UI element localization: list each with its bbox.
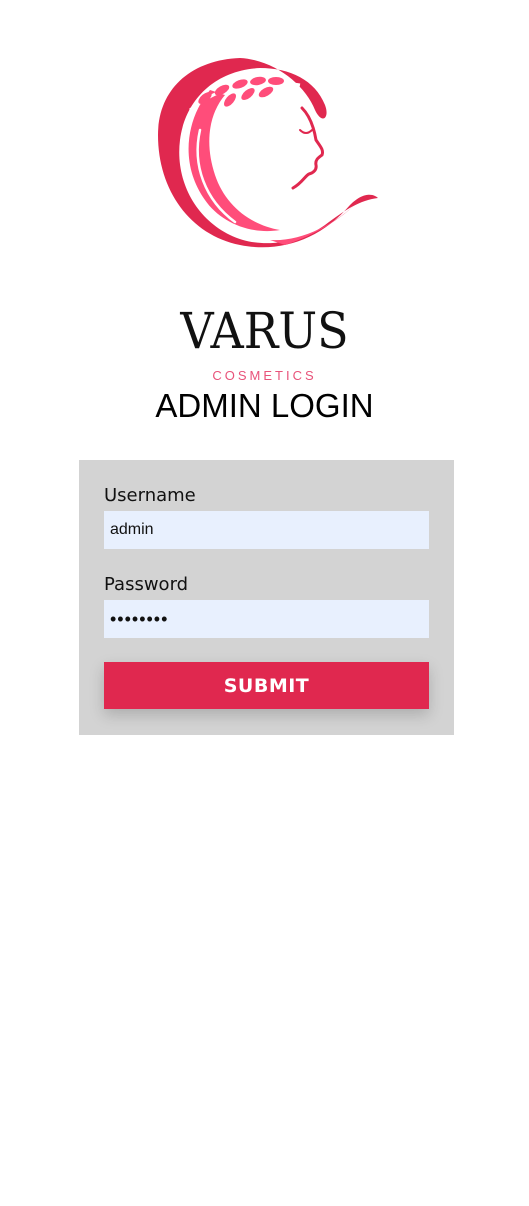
brand-logo: VARUS COSMETICS <box>0 50 529 383</box>
password-input[interactable] <box>104 600 429 638</box>
brand-subtitle: COSMETICS <box>212 368 317 383</box>
page-title: ADMIN LOGIN <box>155 387 374 424</box>
password-label: Password <box>104 574 189 595</box>
username-input[interactable] <box>104 511 429 549</box>
submit-button[interactable]: SUBMIT <box>104 662 429 709</box>
woman-face-logo-icon <box>158 58 378 248</box>
username-label: Username <box>104 485 196 506</box>
brand-name: VARUS <box>180 302 349 360</box>
login-card: Username Password SUBMIT <box>79 460 454 735</box>
login-page: VARUS COSMETICS ADMIN LOGIN Username Pas… <box>0 0 529 1206</box>
